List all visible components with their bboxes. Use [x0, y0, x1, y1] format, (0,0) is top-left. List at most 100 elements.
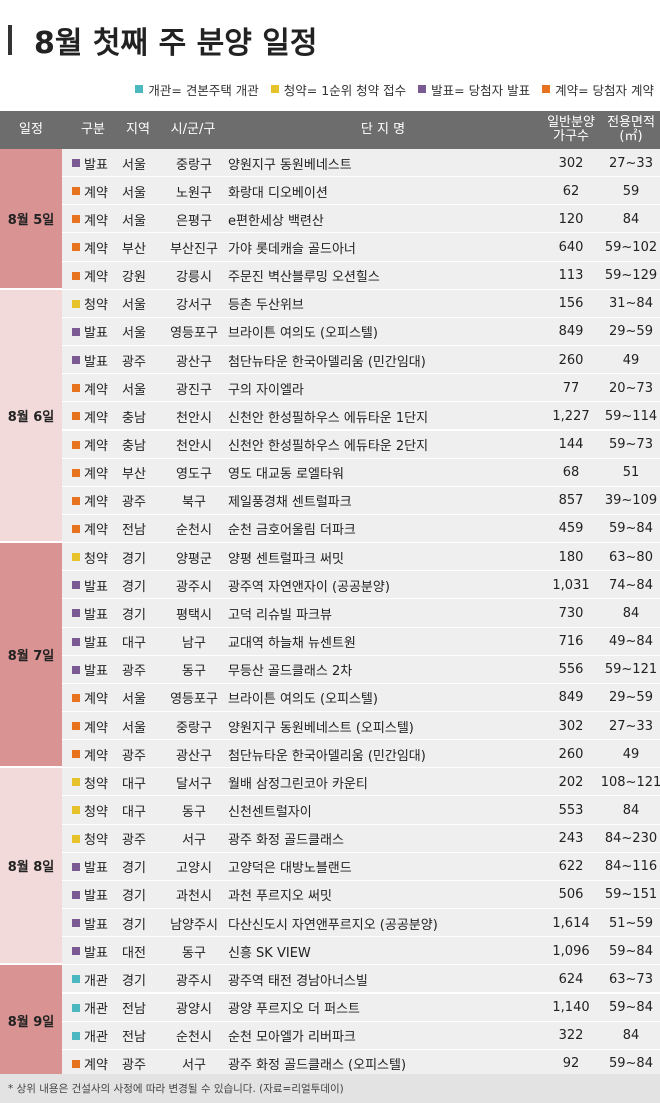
- footer-note: * 상위 내용은 건설사의 사정에 따라 변경될 수 있습니다. (자료=리얼투…: [0, 1074, 660, 1103]
- row-area: 59~84: [602, 515, 660, 543]
- table-row: 계약 서울 노원구 화랑대 디오베이션 62 59: [0, 177, 660, 206]
- table-row: 계약 서울 영등포구 브라이튼 여의도 (오피스텔) 849 29~59: [0, 683, 660, 712]
- row-area: 59~129: [602, 262, 660, 290]
- row-units-text: 62: [562, 183, 580, 199]
- row-complex-name-text: 신천안 한성필하우스 에듀타운 1단지: [228, 410, 429, 426]
- row-type: 계약: [72, 177, 116, 205]
- row-units: 1,031: [540, 571, 602, 599]
- type-swatch-icon: [72, 609, 80, 618]
- row-type-text: 계약: [84, 439, 108, 454]
- type-swatch-icon: [72, 637, 80, 646]
- row-units-text: 113: [558, 268, 584, 284]
- row-units-text: 849: [558, 690, 584, 706]
- row-units: 556: [540, 656, 602, 684]
- row-units: 624: [540, 965, 602, 993]
- row-region: 광주: [122, 346, 162, 374]
- row-complex-name-text: 고덕 리슈빌 파크뷰: [228, 607, 332, 623]
- row-type-text: 발표: [84, 945, 108, 961]
- row-type: 계약: [72, 233, 116, 261]
- row-region-text: 광주: [122, 1058, 146, 1074]
- row-city-text: 서구: [182, 833, 206, 849]
- type-swatch-icon: [72, 187, 80, 196]
- row-type-text: 계약: [84, 1058, 108, 1074]
- row-city: 노원구: [165, 177, 223, 205]
- row-units: 849: [540, 684, 602, 712]
- type-swatch-icon: [72, 243, 80, 252]
- row-complex-name: 광주역 자연앤자이 (공공분양): [228, 571, 538, 599]
- row-complex-name-text: 광양 푸르지오 더 퍼스트: [228, 1002, 360, 1017]
- row-complex-name: 신천안 한성필하우스 에듀타운 1단지: [228, 402, 538, 430]
- row-region: 서울: [122, 177, 162, 205]
- row-area-text: 59~84: [609, 1000, 653, 1015]
- row-units: 1,614: [540, 909, 602, 937]
- row-complex-name-text: 양원지구 동원베네스트 (오피스텔): [228, 720, 414, 736]
- row-city: 강릉시: [165, 262, 223, 290]
- type-swatch-icon: [72, 384, 80, 393]
- row-type: 계약: [72, 515, 116, 543]
- legend-label: 발표= 당첨자 발표: [431, 82, 531, 98]
- table-row: 개관 전남 순천시 순천 모아엘가 리버파크 322 84: [0, 1021, 660, 1050]
- row-area: 84~116: [602, 853, 660, 881]
- legend-swatch-icon: [542, 85, 551, 93]
- row-units-text: 1,096: [552, 943, 590, 959]
- row-complex-name: 광주역 태전 경남아너스빌: [228, 965, 538, 993]
- row-type-text: 계약: [84, 720, 108, 736]
- row-units: 506: [540, 881, 602, 909]
- row-region: 서울: [122, 712, 162, 740]
- row-city: 동구: [165, 796, 223, 824]
- type-swatch-icon: [72, 947, 80, 956]
- type-swatch-icon: [72, 1059, 80, 1068]
- row-complex-name-text: 신흥 SK VIEW: [228, 945, 311, 961]
- row-city: 은평구: [165, 205, 223, 233]
- row-complex-name-text: 무등산 골드클래스 2차: [228, 664, 353, 680]
- row-type: 발표: [72, 149, 116, 177]
- row-region: 경기: [122, 881, 162, 909]
- table-row: 발표 대구 남구 교대역 하늘채 뉴센트원 716 49~84: [0, 627, 660, 656]
- table-row: 계약 광주 북구 제일풍경채 센트럴파크 857 39~109: [0, 486, 660, 515]
- type-swatch-icon: [72, 750, 80, 759]
- row-area-text: 27~33: [609, 718, 653, 734]
- row-type: 개관: [72, 1022, 116, 1050]
- row-complex-name: 광양 푸르지오 더 퍼스트: [228, 994, 538, 1022]
- legend-item: 청약= 1순위 청약 접수: [270, 80, 406, 99]
- legend-label: 개관= 견본주택 개관: [148, 82, 259, 98]
- row-complex-name-text: 등촌 두산위브: [228, 298, 304, 314]
- header-date: 일정: [19, 122, 43, 137]
- row-city-text: 부산진구: [170, 241, 218, 257]
- row-type: 발표: [72, 346, 116, 374]
- row-complex-name: 브라이튼 여의도 (오피스텔): [228, 318, 538, 346]
- row-city-text: 달서구: [176, 776, 212, 792]
- row-units: 302: [540, 712, 602, 740]
- row-complex-name: 등촌 두산위브: [228, 290, 538, 318]
- row-area-text: 49: [622, 352, 640, 368]
- row-complex-name: 신천센트럴자이: [228, 796, 538, 824]
- type-swatch-icon: [72, 496, 80, 505]
- row-region: 경기: [122, 909, 162, 937]
- table-row: 발표 대전 동구 신흥 SK VIEW 1,096 59~84: [0, 937, 660, 966]
- table-row: 개관 경기 광주시 광주역 태전 경남아너스빌 624 63~73: [0, 965, 660, 994]
- row-region: 부산: [122, 233, 162, 261]
- row-units-text: 260: [558, 352, 584, 368]
- row-complex-name-text: 양평 센트럴파크 써밋: [228, 551, 344, 567]
- row-region: 광주: [122, 825, 162, 853]
- row-region-text: 전남: [122, 1002, 146, 1017]
- row-type: 청약: [72, 290, 116, 318]
- row-complex-name-text: 교대역 하늘채 뉴센트원: [228, 636, 356, 652]
- type-swatch-icon: [72, 215, 80, 224]
- row-complex-name-text: 신천센트럴자이: [228, 804, 312, 820]
- row-city-text: 광산구: [176, 354, 212, 370]
- table-row: 계약 전남 순천시 순천 금호어울림 더파크 459 59~84: [0, 514, 660, 544]
- row-complex-name: 첨단뉴타운 한국아델리움 (민간임대): [228, 740, 538, 768]
- row-region-text: 경기: [122, 917, 146, 933]
- header-units: 일반분양 가구수: [540, 111, 602, 149]
- row-area-text: 51: [622, 465, 640, 481]
- type-swatch-icon: [72, 1003, 80, 1012]
- row-city: 남양주시: [165, 909, 223, 937]
- row-type: 발표: [72, 318, 116, 346]
- row-units: 849: [540, 318, 602, 346]
- row-type-text: 계약: [84, 241, 108, 257]
- row-type: 계약: [72, 374, 116, 402]
- row-city-text: 동구: [182, 804, 206, 820]
- row-region: 경기: [122, 853, 162, 881]
- row-city: 부산진구: [165, 233, 223, 261]
